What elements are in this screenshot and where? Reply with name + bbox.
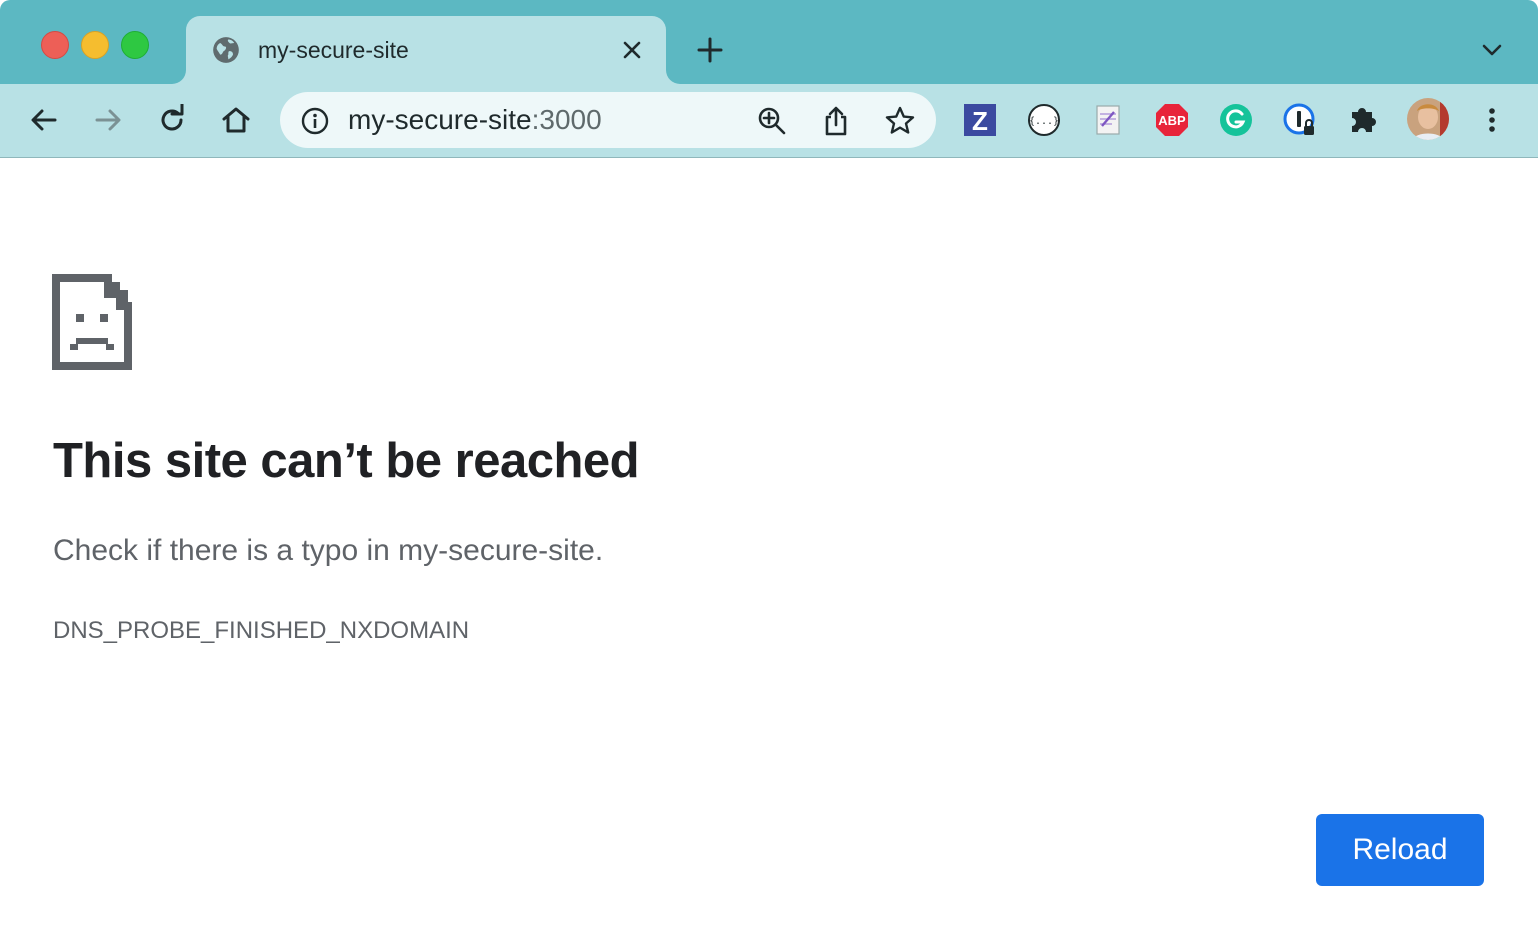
new-tab-icon[interactable]	[694, 34, 726, 66]
arrow-right-icon	[95, 109, 121, 131]
sad-page-icon	[52, 274, 132, 370]
home-icon	[222, 107, 250, 133]
notes-icon[interactable]	[1090, 102, 1126, 138]
close-icon[interactable]	[620, 38, 644, 62]
zotero-icon[interactable]: Z	[962, 102, 998, 138]
refresh-icon	[161, 104, 184, 131]
toolbar: my-secure-site:3000 Z {...} ABP	[0, 84, 1538, 158]
reload-button[interactable]	[154, 102, 190, 138]
url-port: :3000	[531, 104, 602, 135]
star-icon[interactable]	[884, 105, 916, 137]
globe-icon	[213, 37, 239, 63]
address-bar[interactable]: my-secure-site:3000	[280, 92, 936, 148]
tab-active[interactable]: my-secure-site	[186, 16, 666, 84]
svg-text:ABP: ABP	[1158, 113, 1186, 128]
svg-text:{...}: {...}	[1029, 116, 1059, 127]
share-icon[interactable]	[820, 105, 852, 137]
tab-strip: my-secure-site	[0, 0, 1538, 84]
forward-button[interactable]	[90, 102, 126, 138]
window-minimize-button[interactable]	[81, 31, 109, 59]
window-maximize-button[interactable]	[121, 31, 149, 59]
url-text[interactable]: my-secure-site:3000	[348, 105, 602, 135]
more-vertical-icon	[1489, 108, 1495, 132]
browser-window: my-secure-site my-secure-site:3000 Z {..…	[0, 0, 1538, 934]
chevron-down-icon[interactable]	[1478, 36, 1506, 64]
password-manager-icon[interactable]	[1282, 102, 1318, 138]
tab-title: my-secure-site	[258, 37, 409, 63]
window-close-button[interactable]	[41, 31, 69, 59]
error-page: This site can’t be reached Check if ther…	[0, 158, 1538, 934]
arrow-left-icon	[31, 109, 57, 131]
error-code: DNS_PROBE_FINISHED_NXDOMAIN	[53, 617, 470, 644]
extensions-puzzle-icon[interactable]	[1346, 102, 1382, 138]
svg-text:Z: Z	[972, 106, 988, 136]
back-button[interactable]	[26, 102, 62, 138]
error-suggestion: Check if there is a typo in my-secure-si…	[53, 534, 604, 567]
info-icon[interactable]	[300, 106, 330, 136]
reload-page-button[interactable]: Reload	[1316, 814, 1484, 886]
home-button[interactable]	[218, 102, 254, 138]
json-viewer-icon[interactable]: {...}	[1026, 102, 1062, 138]
zoom-in-icon[interactable]	[756, 105, 788, 137]
url-host: my-secure-site	[348, 104, 532, 135]
adblock-plus-icon[interactable]: ABP	[1154, 102, 1190, 138]
menu-button[interactable]	[1474, 102, 1510, 138]
error-headline: This site can’t be reached	[53, 434, 640, 488]
profile-avatar[interactable]	[1406, 97, 1450, 141]
grammarly-icon[interactable]	[1218, 102, 1254, 138]
